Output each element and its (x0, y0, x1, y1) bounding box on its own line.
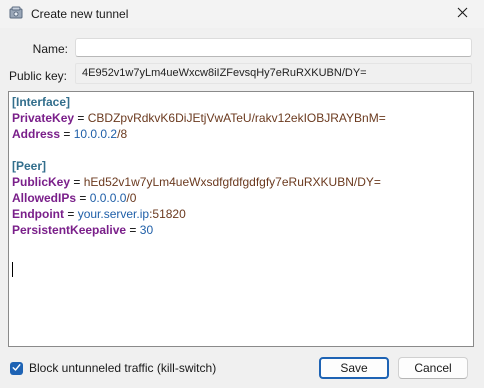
tunnel-app-icon (9, 6, 23, 20)
peer-section-header: [Peer] (12, 159, 47, 173)
config-line: Address = 10.0.0.2/8 (12, 126, 470, 142)
config-line: PrivateKey = CBDZpvRdkvK6DiJEtjVwATeU/ra… (12, 110, 470, 126)
cancel-button[interactable]: Cancel (398, 357, 468, 379)
address-mask: 8 (120, 127, 128, 141)
equals-sign: = (73, 175, 81, 189)
private-key-key: PrivateKey (12, 111, 75, 125)
title-bar: Create new tunnel (0, 0, 484, 28)
config-line: PersistentKeepalive = 30 (12, 222, 470, 238)
allowed-ips-mask: 0 (129, 191, 137, 205)
killswitch-checkbox[interactable] (10, 361, 23, 375)
allowed-ips-key: AllowedIPs (12, 191, 77, 205)
public-key-value[interactable]: 4E952v1w7yLm4ueWxcw8iIZFevsqHy7eRuRXKUBN… (75, 63, 472, 84)
config-line: [Interface] (12, 94, 470, 110)
save-button[interactable]: Save (319, 357, 389, 379)
public-key-label: Public key: (8, 69, 67, 83)
equals-sign: = (63, 127, 71, 141)
killswitch-option[interactable]: Block untunneled traffic (kill-switch) (10, 361, 216, 375)
config-line: AllowedIPs = 0.0.0.0/0 (12, 190, 470, 206)
config-line: Endpoint = your.server.ip:51820 (12, 206, 470, 222)
close-button[interactable] (440, 0, 484, 28)
config-line: [Peer] (12, 158, 470, 174)
equals-sign: = (77, 111, 85, 125)
address-key: Address (12, 127, 61, 141)
config-editor[interactable]: [Interface] PrivateKey = CBDZpvRdkvK6DiJ… (8, 91, 474, 347)
equals-sign: = (67, 207, 75, 221)
close-icon (457, 7, 468, 21)
equals-sign: = (129, 223, 137, 237)
address-ip: 10.0.0.2 (73, 127, 118, 141)
endpoint-host: your.server.ip (77, 207, 150, 221)
endpoint-key: Endpoint (12, 207, 64, 221)
interface-section-header: [Interface] (12, 95, 71, 109)
text-caret (12, 262, 13, 277)
equals-sign: = (79, 191, 87, 205)
create-tunnel-dialog: Create new tunnel Name: Public key: 4E95… (0, 0, 484, 388)
peer-public-key-value: hEd52v1w7yLm4ueWxsdfgfdfgdfgfy7eRuRXKUBN… (83, 175, 381, 189)
peer-public-key-key: PublicKey (12, 175, 71, 189)
config-line: PublicKey = hEd52v1w7yLm4ueWxsdfgfdfgdfg… (12, 174, 470, 190)
private-key-value: CBDZpvRdkvK6DiJEtjVwATeU/rakv12ekIOBJRAY… (87, 111, 386, 125)
checkmark-icon (12, 361, 21, 375)
keepalive-value: 30 (139, 223, 154, 237)
name-label: Name: (32, 42, 68, 56)
keepalive-key: PersistentKeepalive (12, 223, 127, 237)
allowed-ips-ip: 0.0.0.0 (89, 191, 127, 205)
killswitch-label: Block untunneled traffic (kill-switch) (29, 361, 217, 375)
endpoint-port: 51820 (152, 207, 186, 221)
name-input[interactable] (75, 38, 472, 57)
window-title: Create new tunnel (31, 7, 129, 21)
